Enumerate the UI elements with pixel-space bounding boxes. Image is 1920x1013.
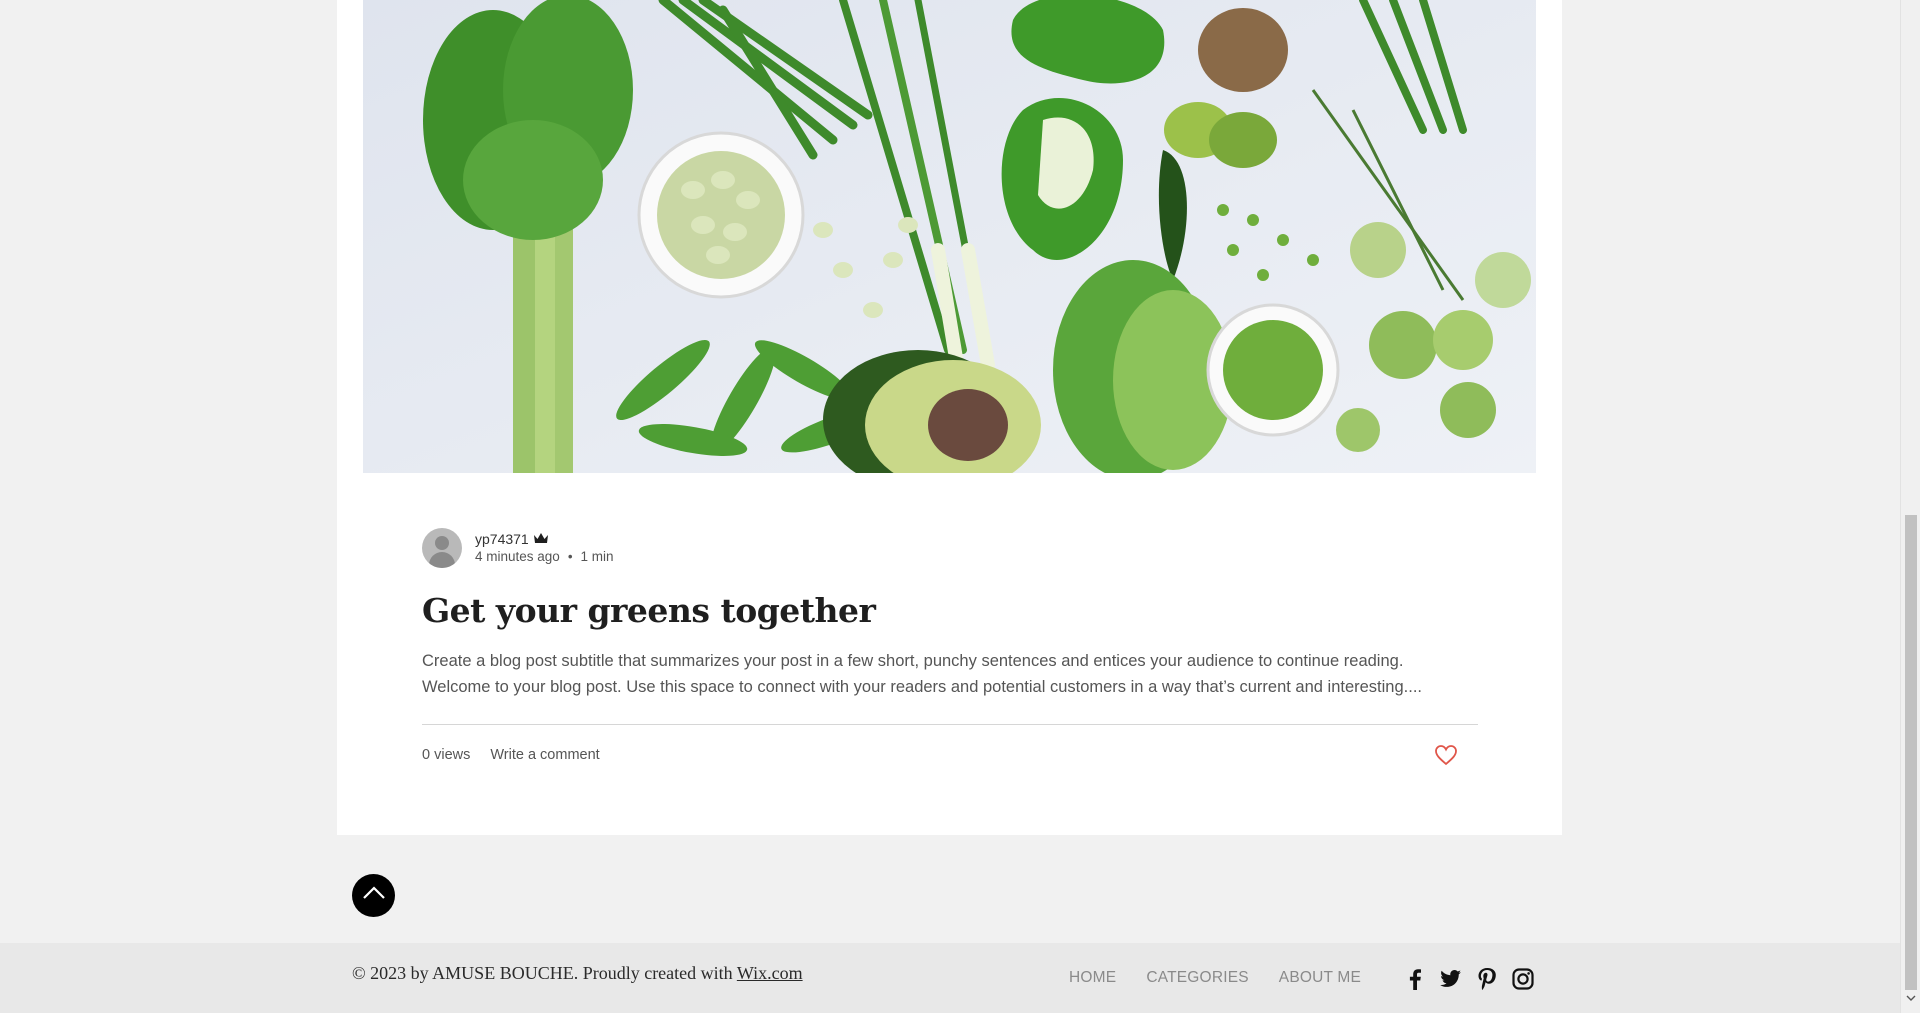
site-footer: © 2023 by AMUSE BOUCHE. Proudly created … bbox=[0, 943, 1900, 1013]
heart-icon[interactable] bbox=[1434, 744, 1458, 766]
crown-icon bbox=[533, 530, 549, 548]
copyright-text: © 2023 by AMUSE BOUCHE. Proudly created … bbox=[352, 963, 737, 983]
footer-nav-categories[interactable]: CATEGORIES bbox=[1146, 969, 1248, 987]
scrollbar-thumb[interactable] bbox=[1905, 515, 1917, 990]
footer-nav: HOME CATEGORIES ABOUT ME bbox=[1069, 969, 1361, 987]
post-date: 4 minutes ago bbox=[475, 549, 560, 564]
avatar-body bbox=[429, 552, 455, 568]
footer-nav-about-me[interactable]: ABOUT ME bbox=[1279, 969, 1361, 987]
twitter-icon[interactable] bbox=[1439, 967, 1462, 990]
avatar[interactable] bbox=[422, 528, 462, 568]
post-content: yp74371 4 minutes ago • 1 min Get your gre… bbox=[422, 528, 1478, 785]
avatar-head bbox=[435, 536, 449, 550]
footer-nav-home[interactable]: HOME bbox=[1069, 969, 1116, 987]
author-name-row: yp74371 bbox=[475, 530, 614, 548]
excerpt-line-2: Welcome to your blog post. Use this spac… bbox=[422, 678, 1422, 696]
read-time: 1 min bbox=[580, 549, 614, 564]
facebook-icon[interactable] bbox=[1403, 967, 1426, 990]
write-comment-link[interactable]: Write a comment bbox=[490, 747, 599, 763]
post-stats: 0 views Write a comment bbox=[422, 725, 1478, 785]
post-title[interactable]: Get your greens together bbox=[422, 590, 1478, 632]
scroll-to-top-button[interactable] bbox=[352, 874, 395, 917]
wix-link[interactable]: Wix.com bbox=[737, 963, 803, 983]
author-name[interactable]: yp74371 bbox=[475, 530, 529, 548]
instagram-icon[interactable] bbox=[1511, 967, 1534, 990]
post-meta: 4 minutes ago • 1 min bbox=[475, 548, 614, 566]
copyright: © 2023 by AMUSE BOUCHE. Proudly created … bbox=[352, 963, 803, 984]
author-row: yp74371 4 minutes ago • 1 min bbox=[422, 528, 1478, 568]
social-bar bbox=[1403, 967, 1534, 990]
chevron-up-icon bbox=[362, 886, 386, 905]
author-meta: yp74371 4 minutes ago • 1 min bbox=[475, 530, 614, 566]
view-count: 0 views bbox=[422, 747, 471, 763]
post-card[interactable]: yp74371 4 minutes ago • 1 min Get your gre… bbox=[337, 0, 1562, 835]
post-excerpt[interactable]: Create a blog post subtitle that summari… bbox=[422, 648, 1478, 700]
excerpt-line-1: Create a blog post subtitle that summari… bbox=[422, 652, 1404, 670]
scroll-down-arrow-icon[interactable] bbox=[1906, 994, 1916, 1004]
pinterest-icon[interactable] bbox=[1475, 967, 1498, 990]
vertical-scrollbar[interactable] bbox=[1900, 0, 1920, 1013]
meta-separator: • bbox=[567, 549, 573, 564]
post-cover-image[interactable] bbox=[363, 0, 1536, 473]
